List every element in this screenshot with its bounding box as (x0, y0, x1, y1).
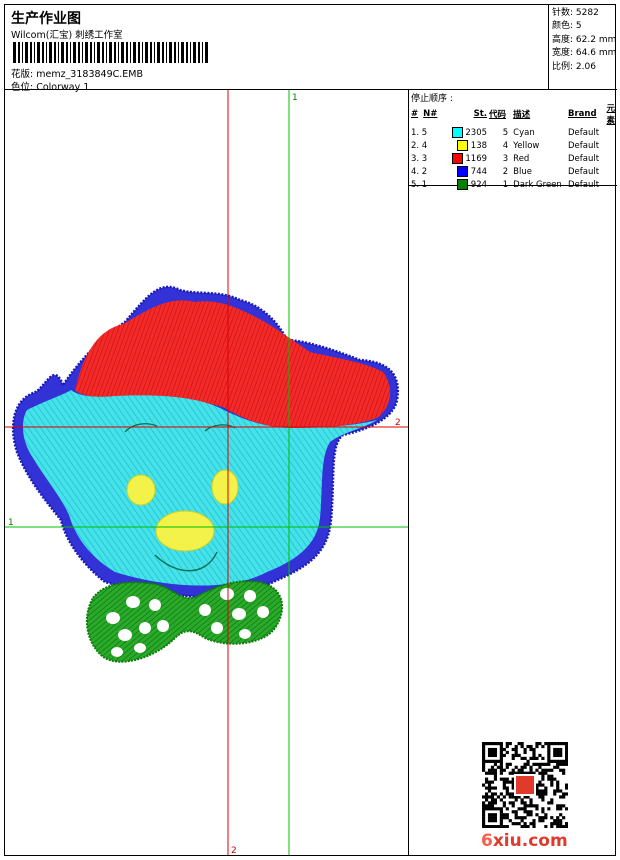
table-row: 5. 1 924 1 Dark Green Default (411, 179, 600, 190)
nose (155, 510, 215, 552)
stat-height: 高度: 62.2 mm (552, 34, 617, 45)
color-swatch (451, 127, 463, 138)
table-row: 3. 3 1169 3 Red Default (411, 153, 600, 164)
color-sequence-table: # N# St. 代码 描述 Brand 元素 1. 5 2305 5 Cyan De… (410, 102, 616, 191)
design-stats: 针数: 5282 颜色: 5 高度: 62.2 mm 宽度: 64.6 mm 比… (548, 5, 617, 89)
table-row: 1. 5 2305 5 Cyan Default (411, 127, 600, 138)
table-row: 2. 4 138 4 Yellow Default (411, 140, 600, 151)
guide-label-h1: 1 (8, 518, 14, 528)
color-swatch (457, 140, 469, 151)
guide-label-v1: 1 (292, 93, 298, 103)
sheet-title: 生产作业图 (11, 11, 81, 27)
table-header: # N# St. 代码 描述 Brand 元素 (411, 104, 615, 126)
design-canvas: 1 2 1 2 (5, 90, 408, 855)
guide-label-h2: 2 (395, 418, 401, 428)
stat-width: 宽度: 64.6 mm (552, 48, 617, 59)
right-eye (211, 469, 239, 505)
left-eye (126, 474, 156, 506)
watermark-site: 6xiu.com (481, 831, 568, 851)
stat-stitches: 针数: 5282 (552, 8, 599, 18)
studio-name: Wilcom(汇宝) 刺绣工作室 (11, 30, 123, 41)
stat-scale: 比例: 2.06 (552, 61, 596, 72)
guide-label-v2: 2 (231, 846, 237, 855)
color-swatch (457, 166, 469, 177)
column-divider (408, 89, 409, 855)
barcode (13, 42, 208, 63)
embroidery-preview: 1 2 1 2 (5, 90, 408, 855)
stat-colors: 颜色: 5 (552, 21, 582, 32)
pattern-name: 花版: memz_3183849C.EMB (11, 69, 143, 80)
production-sheet: 生产作业图 Wilcom(汇宝) 刺绣工作室 花版: memz_3183849C… (4, 4, 617, 856)
qr-code (482, 742, 568, 828)
color-swatch (457, 179, 469, 190)
color-swatch (451, 153, 463, 164)
table-row: 4. 2 744 2 Blue Default (411, 166, 600, 177)
